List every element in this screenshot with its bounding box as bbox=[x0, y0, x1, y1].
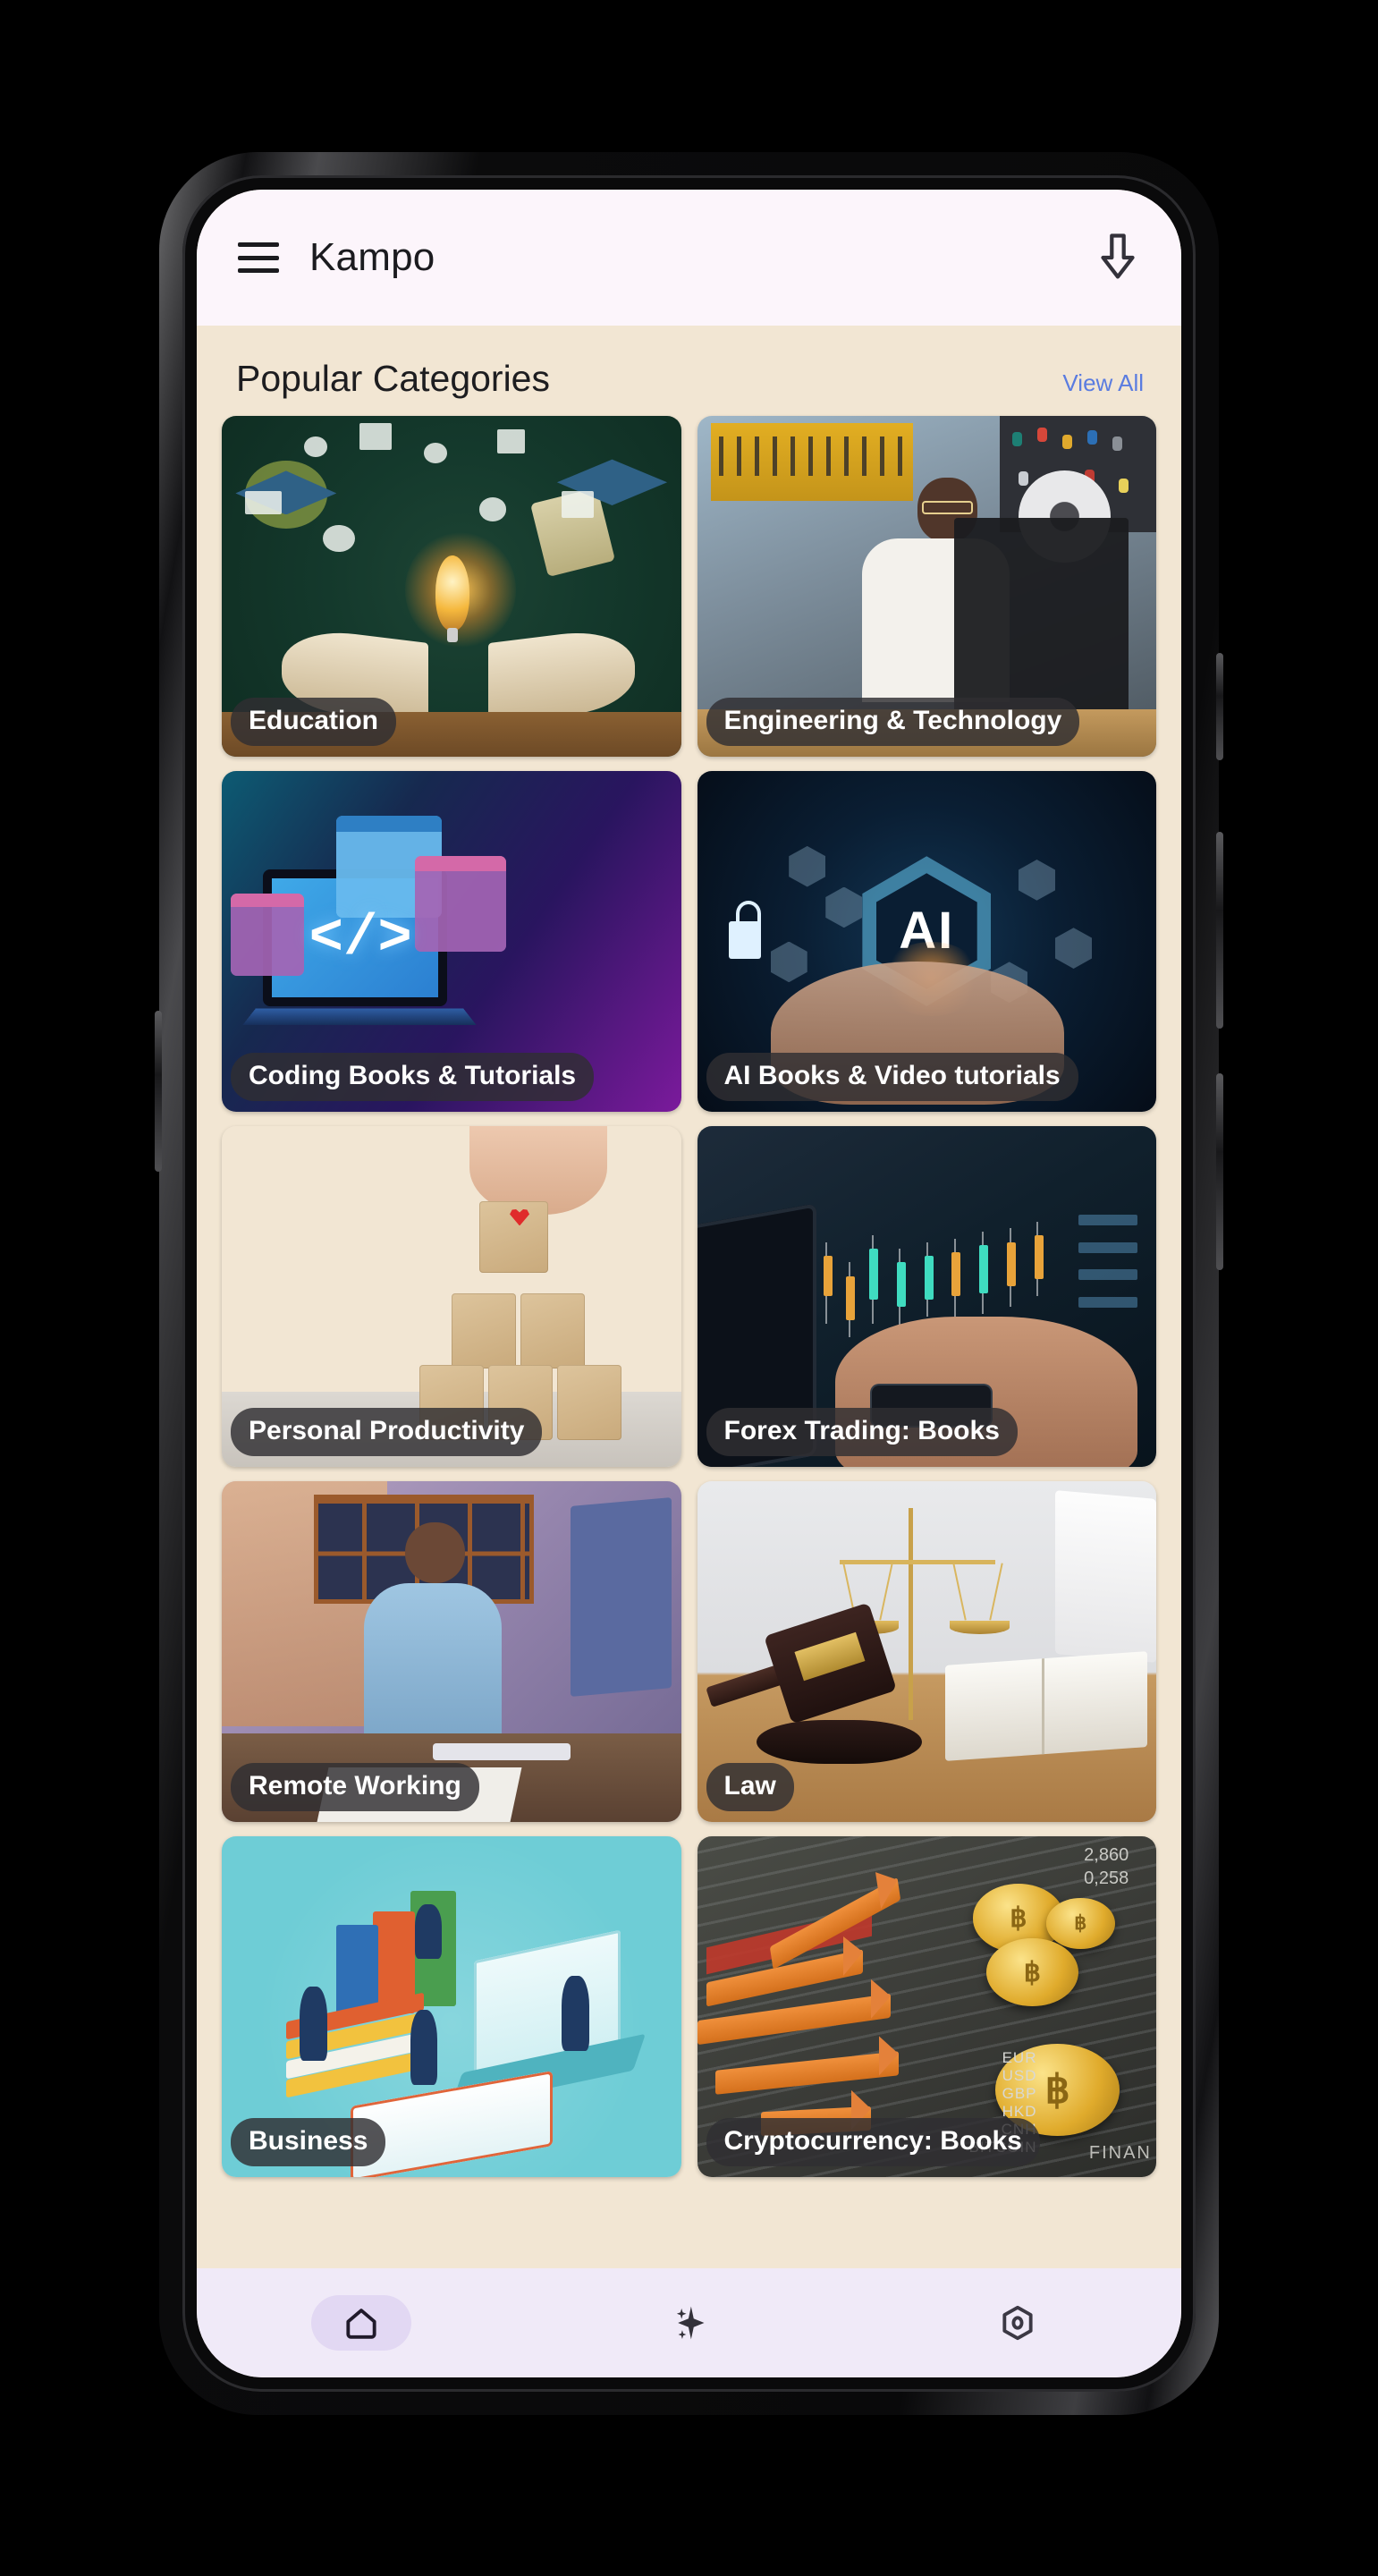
category-label: Business bbox=[231, 2118, 386, 2166]
category-label: Law bbox=[706, 1763, 794, 1811]
category-label: Education bbox=[231, 698, 397, 746]
screenshot-stage: Kampo Popular Categories View All Educat… bbox=[0, 0, 1378, 2576]
main-content: Popular Categories View All Education En… bbox=[197, 326, 1181, 2268]
hexagon-gem-icon bbox=[1002, 2305, 1033, 2341]
category-label: AI Books & Video tutorials bbox=[706, 1053, 1078, 1101]
phone-bezel: Kampo Popular Categories View All Educat… bbox=[182, 175, 1196, 2392]
nav-active-indicator bbox=[310, 2295, 411, 2351]
category-label: Engineering & Technology bbox=[706, 698, 1080, 746]
download-arrow-icon[interactable] bbox=[1094, 232, 1142, 284]
sparkle-icon bbox=[676, 2306, 704, 2340]
phone-power-button[interactable] bbox=[1216, 653, 1223, 760]
category-card-law[interactable]: Law bbox=[697, 1481, 1156, 1822]
category-card-engineering-technology[interactable]: Engineering & Technology bbox=[697, 416, 1156, 757]
phone-frame: Kampo Popular Categories View All Educat… bbox=[155, 152, 1223, 2415]
category-card-cryptocurrency-books[interactable]: 2,860 0,258 ฿ ฿ ฿ ฿ EUR USD GBP HKD FINA… bbox=[697, 1836, 1156, 2177]
category-label: Forex Trading: Books bbox=[706, 1408, 1018, 1456]
section-header: Popular Categories View All bbox=[197, 326, 1181, 416]
nav-item-home[interactable] bbox=[197, 2295, 525, 2351]
code-tag-glyph: </> bbox=[309, 907, 412, 972]
category-card-remote-working[interactable]: Remote Working bbox=[222, 1481, 681, 1822]
crypto-finance-text: FINAN bbox=[1088, 2142, 1152, 2163]
app-bar: Kampo bbox=[197, 190, 1181, 326]
category-label: Personal Productivity bbox=[231, 1408, 543, 1456]
phone-assistant-button[interactable] bbox=[155, 1011, 162, 1172]
nav-item-sparkle[interactable] bbox=[525, 2303, 853, 2343]
bottom-navigation-bar bbox=[197, 2268, 1181, 2377]
category-grid: Education Engineering & Technology </> C… bbox=[197, 416, 1181, 2177]
category-label: Cryptocurrency: Books bbox=[706, 2118, 1040, 2166]
category-card-ai-books-video-tutorials[interactable]: AI AI Books & Video tutorials bbox=[697, 771, 1156, 1112]
app-title: Kampo bbox=[309, 235, 435, 279]
category-card-personal-productivity[interactable]: Personal Productivity bbox=[222, 1126, 681, 1467]
app-screen: Kampo Popular Categories View All Educat… bbox=[197, 190, 1181, 2377]
category-card-coding-books-tutorials[interactable]: </> Coding Books & Tutorials bbox=[222, 771, 681, 1112]
home-icon bbox=[345, 2309, 376, 2339]
category-label: Remote Working bbox=[231, 1763, 479, 1811]
nav-item-gem[interactable] bbox=[853, 2303, 1181, 2343]
category-card-business[interactable]: Business bbox=[222, 1836, 681, 2177]
category-card-forex-trading-books[interactable]: Forex Trading: Books bbox=[697, 1126, 1156, 1467]
phone-volume-down-button[interactable] bbox=[1216, 1073, 1223, 1270]
category-label: Coding Books & Tutorials bbox=[231, 1053, 595, 1101]
page-title: Popular Categories bbox=[236, 358, 550, 399]
crypto-top-numbers: 2,860 0,258 bbox=[1084, 1844, 1129, 1888]
hamburger-menu-icon[interactable] bbox=[238, 242, 279, 273]
phone-volume-up-button[interactable] bbox=[1216, 832, 1223, 1029]
view-all-link[interactable]: View All bbox=[1062, 369, 1144, 397]
category-card-education[interactable]: Education bbox=[222, 416, 681, 757]
